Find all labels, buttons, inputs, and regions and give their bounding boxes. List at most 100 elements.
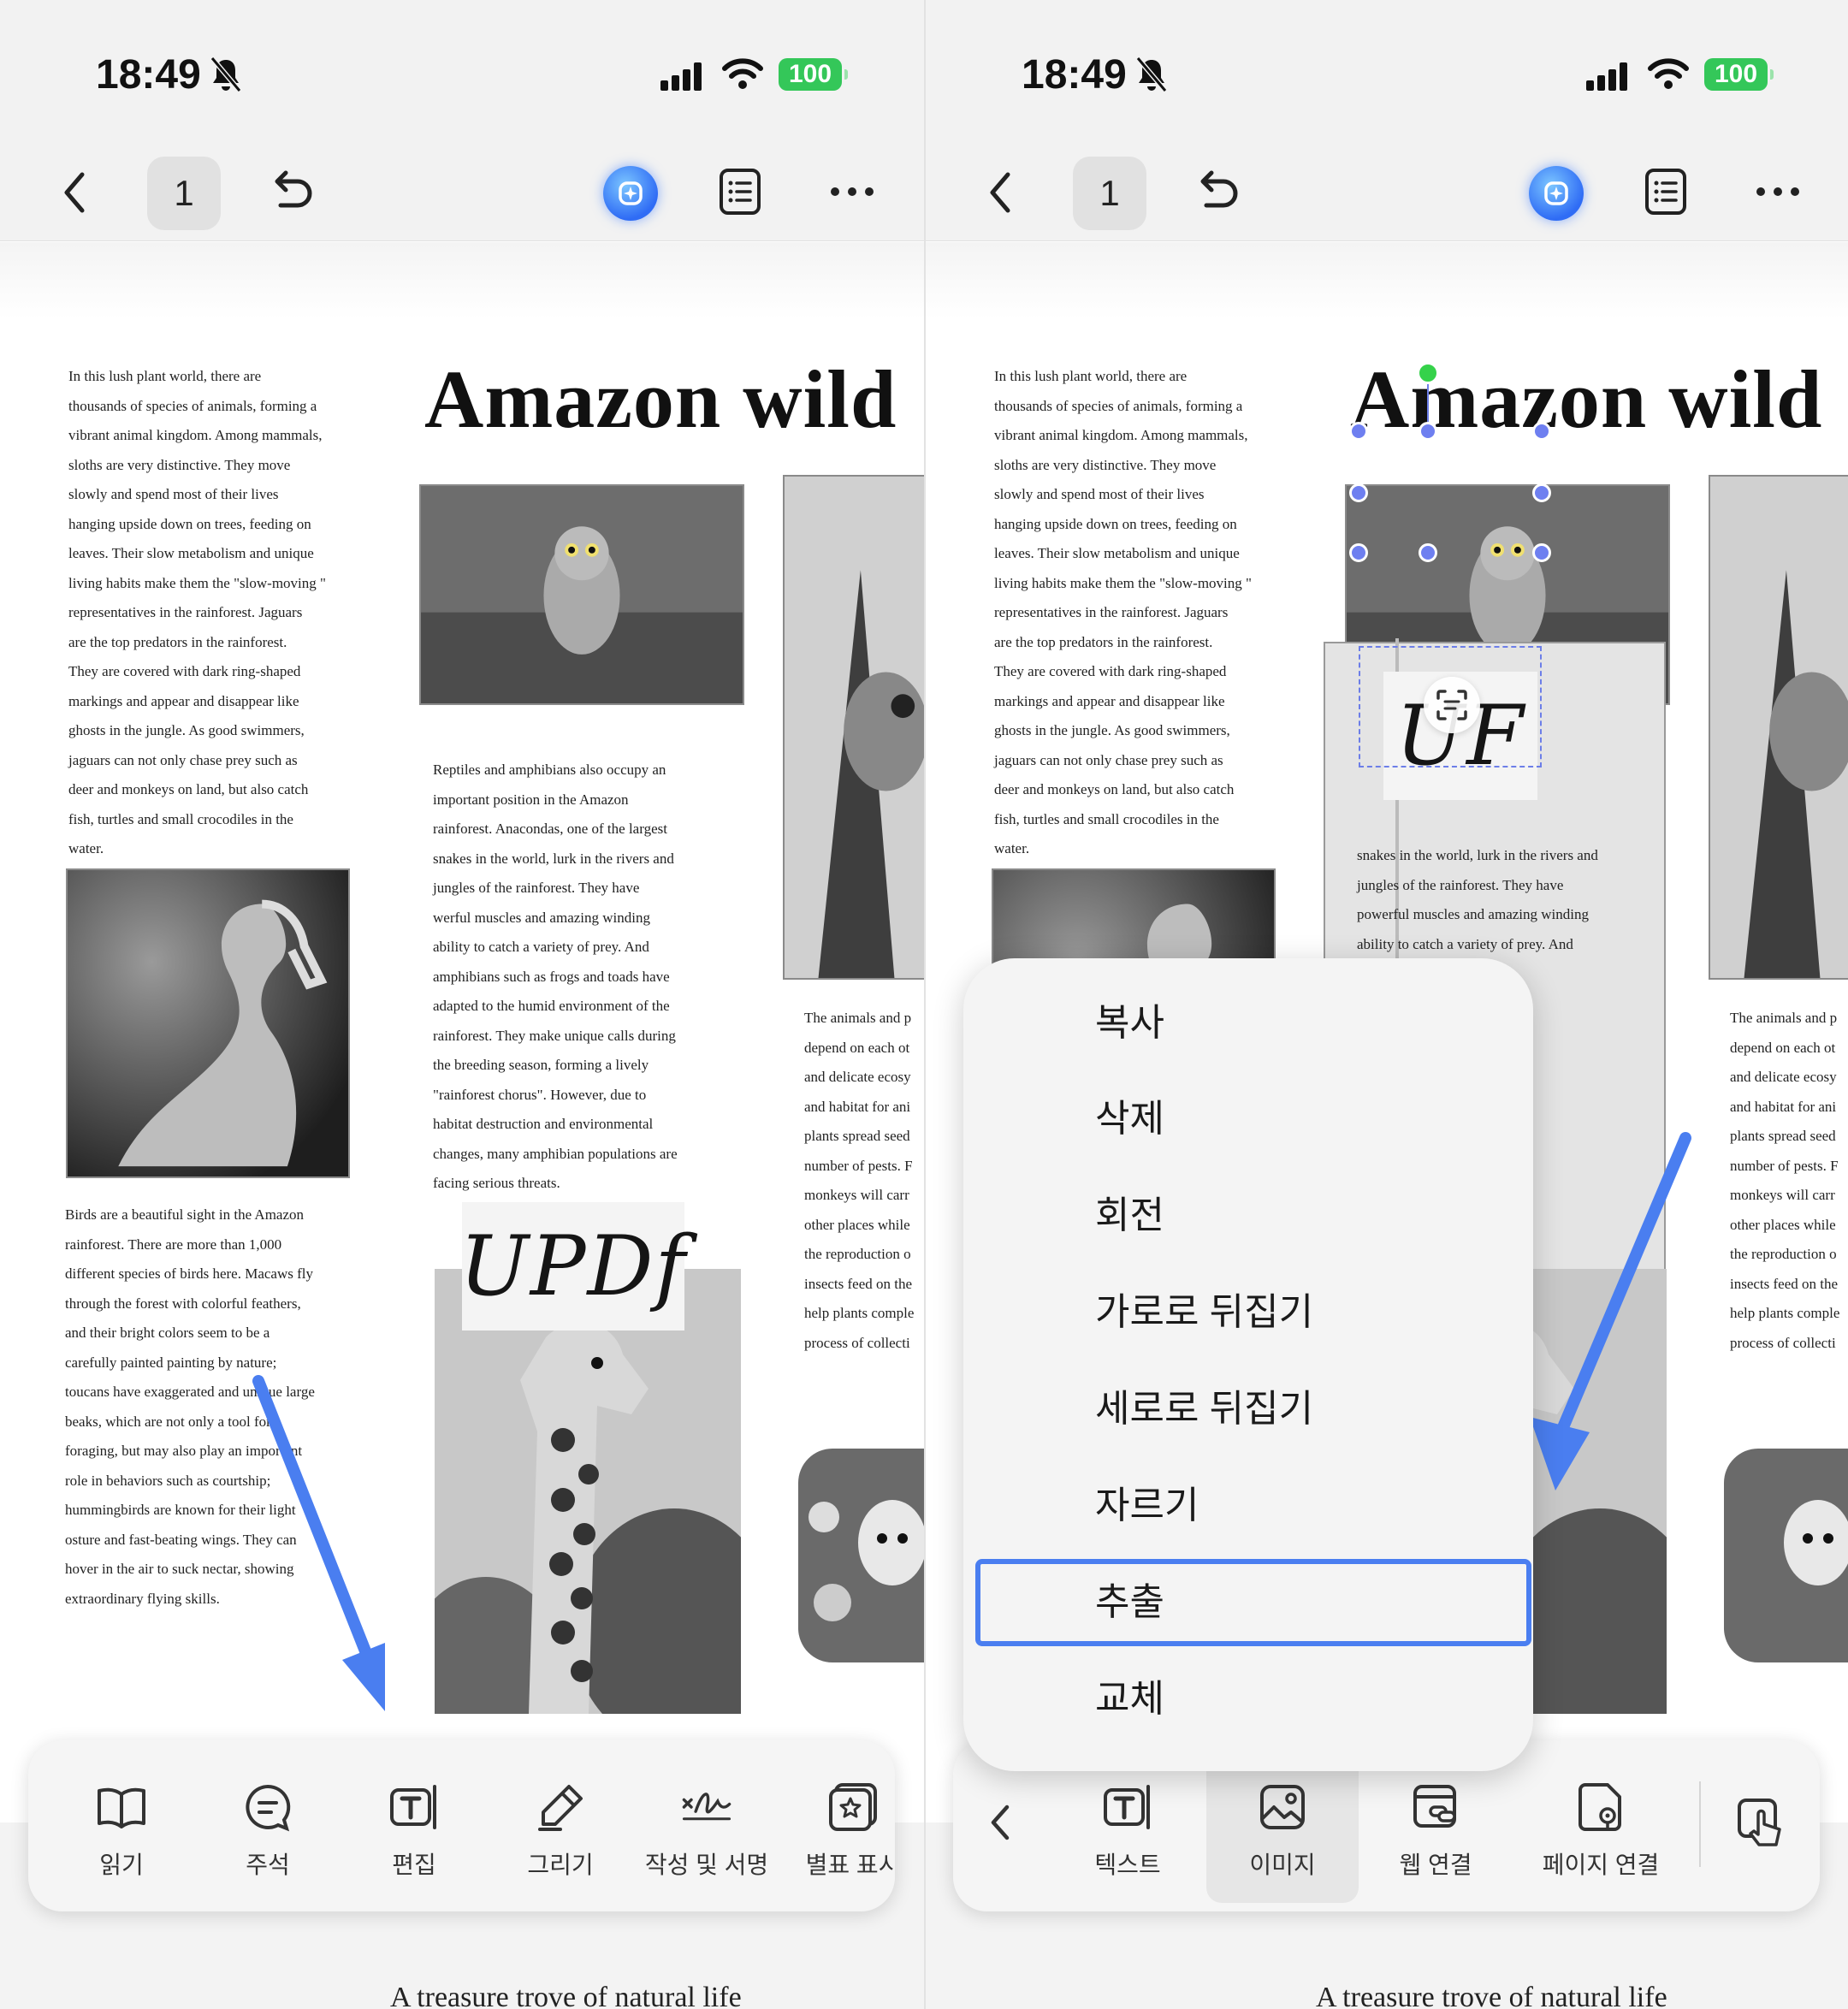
undo-icon [275,170,312,208]
resize-handle-left[interactable] [1349,483,1368,502]
tool-label: 텍스트 [1094,1852,1161,1878]
chevron-left-icon [990,172,1010,213]
outline-button[interactable] [1644,168,1687,216]
pencil-icon [535,1781,586,1833]
wifi-icon [1647,56,1690,91]
scan-ocr-icon[interactable] [1424,677,1480,733]
more-button[interactable] [1756,176,1800,207]
menu-item-flip-vertical[interactable]: 세로로 뒤집기 [963,1361,1533,1457]
frog-image[interactable] [783,475,924,980]
frog-image[interactable] [1709,475,1848,980]
more-dots-icon [831,187,874,196]
rotate-handle[interactable] [1417,362,1439,384]
giraffe-image[interactable] [435,1269,741,1714]
tool-label: 그리기 [527,1852,594,1878]
ai-assistant-button[interactable] [1529,166,1584,221]
tool-label: 편집 [392,1852,436,1878]
left-screen: 18:49 100 1 In this lush plant world, th… [0,0,924,2009]
resize-handle-right[interactable] [1532,483,1551,502]
resize-handle-top-right[interactable] [1532,422,1551,441]
more-button[interactable] [830,176,874,207]
web-link-icon [1410,1781,1461,1833]
signature-text: UPDf [459,1218,687,1314]
body-text-column-1a[interactable]: In this lush plant world, there are thou… [68,362,376,864]
body-text-column-3[interactable]: The animals and p depend on each ot and … [804,1004,924,1358]
menu-item-copy[interactable]: 복사 [963,975,1533,1071]
signature-image[interactable]: UPDf [459,1202,687,1330]
tool-label: 이미지 [1249,1852,1316,1878]
edit-text-icon [388,1781,440,1833]
list-icon [720,169,761,215]
page-link-icon [1575,1781,1626,1833]
tool-label: 읽기 [99,1852,144,1878]
page-title[interactable]: Amazon wild [424,352,897,447]
tool-fill-sign[interactable]: 작성 및 서명 [638,1740,775,1911]
body-text-column-2[interactable]: Reptiles and amphibians also occupy an i… [433,756,741,1199]
tool-image[interactable]: 이미지 [1206,1749,1359,1903]
page-number-button[interactable]: 1 [1073,157,1146,230]
tool-stamp[interactable]: 별표 표시 [785,1740,895,1911]
cellular-signal-icon [660,60,708,92]
back-button[interactable] [53,168,96,217]
wifi-icon [721,56,764,91]
resize-handle-bottom[interactable] [1419,543,1437,562]
back-button[interactable] [979,168,1022,217]
top-bar: 18:49 100 1 [0,0,924,241]
undo-button[interactable] [1194,168,1241,214]
resize-handle-top-left[interactable] [1349,422,1368,441]
ai-sparkle-icon [1544,181,1568,205]
menu-item-extract-highlight [975,1559,1531,1646]
bottom-heading: A treasure trove of natural life [390,1982,742,2009]
menu-item-delete[interactable]: 삭제 [963,1071,1533,1167]
resize-handle-bottom-right[interactable] [1532,543,1551,562]
menu-item-crop[interactable]: 자르기 [963,1458,1533,1554]
bell-muted-icon [1134,56,1169,92]
chevron-left-icon [64,172,85,213]
barn-owl-image[interactable] [798,1449,924,1662]
body-text-column-1a[interactable]: In this lush plant world, there are thou… [994,362,1302,864]
status-time: 18:49 [1022,52,1127,98]
page-number-button[interactable]: 1 [147,157,221,230]
text-box-icon [1102,1781,1153,1833]
dock-separator [1699,1781,1701,1867]
comment-icon [242,1781,293,1833]
list-icon [1645,169,1686,215]
owl-image[interactable] [419,484,744,705]
right-screen: 18:49 100 1 In this lush plant world, th… [926,0,1848,2009]
menu-item-replace[interactable]: 교체 [963,1651,1533,1747]
more-dots-icon [1756,187,1799,196]
tool-label: 작성 및 서명 [644,1852,769,1878]
body-text-column-1b[interactable]: Birds are a beautiful sight in the Amazo… [65,1200,382,1614]
status-time: 18:49 [96,52,201,98]
flamingo-image[interactable] [66,868,350,1178]
body-text-column-3[interactable]: The animals and p depend on each ot and … [1730,1004,1848,1358]
menu-item-flip-horizontal[interactable]: 가로로 뒤집기 [963,1265,1533,1360]
cellular-signal-icon [1586,60,1634,92]
menu-item-rotate[interactable]: 회전 [963,1168,1533,1264]
bottom-heading: A treasure trove of natural life [1316,1982,1667,2009]
barn-owl-image[interactable] [1724,1449,1848,1662]
tool-comment[interactable]: 주석 [199,1740,336,1911]
battery-indicator: 100 [1704,58,1774,91]
outline-button[interactable] [719,168,761,216]
tool-read[interactable]: 읽기 [53,1740,190,1911]
tool-touch-select[interactable] [1706,1740,1817,1911]
undo-button[interactable] [269,168,315,214]
chevron-left-icon [974,1797,1026,1848]
ai-assistant-button[interactable] [603,166,658,221]
signature-icon [681,1781,732,1833]
image-icon [1257,1781,1308,1833]
ai-sparkle-icon [619,181,643,205]
tool-label: 별표 표시 [805,1852,895,1878]
resize-handle-bottom-left[interactable] [1349,543,1368,562]
tool-edit[interactable]: 편집 [346,1740,483,1911]
bell-muted-icon [209,56,243,92]
book-icon [96,1781,147,1833]
tool-page-link[interactable]: 페이지 연결 [1519,1740,1682,1911]
battery-indicator: 100 [779,58,848,91]
top-bar: 18:49 100 1 [926,0,1848,241]
tool-draw[interactable]: 그리기 [492,1740,629,1911]
image-context-menu: 복사 삭제 회전 가로로 뒤집기 세로로 뒤집기 자르기 추출 교체 [963,958,1533,1771]
resize-handle-top[interactable] [1419,422,1437,441]
star-stamp-icon [827,1781,879,1833]
